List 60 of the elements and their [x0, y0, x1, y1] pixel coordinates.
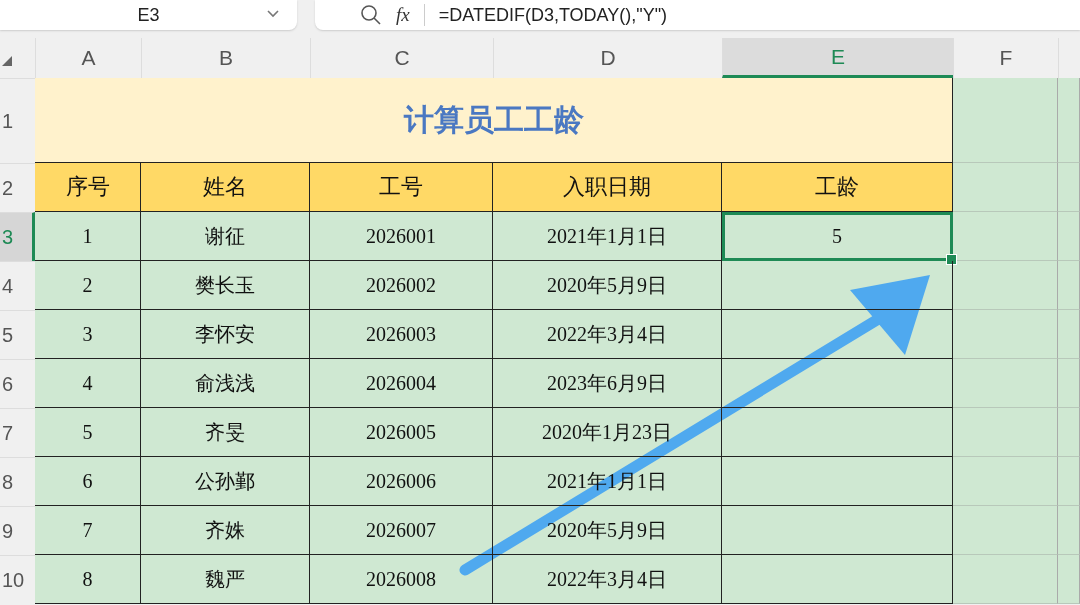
table-cell: 8: [35, 555, 141, 604]
row-header[interactable]: 9: [0, 506, 35, 555]
row-header[interactable]: 4: [0, 261, 35, 310]
column-title: 序号: [35, 163, 141, 212]
formula-text: =DATEDIF(D3,TODAY(),"Y"): [438, 4, 667, 26]
row-header[interactable]: 7: [0, 408, 35, 457]
table-cell: 6: [35, 457, 141, 506]
table-cell: 俞浅浅: [141, 359, 310, 408]
table-cell: 2023年6月9日: [493, 359, 722, 408]
caret-icon[interactable]: [267, 10, 279, 18]
table-cell: 樊长玉: [141, 261, 310, 310]
table-cell: 2026008: [310, 555, 493, 604]
formula-bar[interactable]: fx =DATEDIF(D3,TODAY(),"Y"): [315, 0, 1080, 30]
table-cell: 齐姝: [141, 506, 310, 555]
column-header[interactable]: B: [141, 38, 310, 78]
table-cell: 2026003: [310, 310, 493, 359]
table-cell: 2020年1月23日: [493, 408, 722, 457]
table-cell: 齐旻: [141, 408, 310, 457]
cell-reference: E3: [137, 4, 160, 26]
row-header[interactable]: 2: [0, 163, 35, 212]
table-cell: 3: [35, 310, 141, 359]
row-header[interactable]: 1: [0, 78, 35, 163]
table-cell: 2026006: [310, 457, 493, 506]
table-cell: 谢征: [141, 212, 310, 261]
column-title: 工龄: [722, 163, 953, 212]
table-cell: 公孙鄞: [141, 457, 310, 506]
table-cell: 2026002: [310, 261, 493, 310]
table-cell: 2026004: [310, 359, 493, 408]
table-cell: 4: [35, 359, 141, 408]
table-cell: 7: [35, 506, 141, 555]
row-header[interactable]: 10: [0, 555, 35, 604]
table-cell: 2020年5月9日: [493, 261, 722, 310]
table-cell: 2022年3月4日: [493, 310, 722, 359]
column-title: 入职日期: [493, 163, 722, 212]
select-all-icon[interactable]: [2, 56, 12, 66]
table-cell: 2026001: [310, 212, 493, 261]
function-label[interactable]: fx: [396, 4, 410, 26]
row-header[interactable]: 5: [0, 310, 35, 359]
search-icon[interactable]: [360, 4, 382, 26]
table-cell: 2026005: [310, 408, 493, 457]
column-header[interactable]: [1058, 38, 1080, 78]
row-header[interactable]: 8: [0, 457, 35, 506]
table-cell: 2: [35, 261, 141, 310]
table-cell: 1: [35, 212, 141, 261]
row-header[interactable]: 6: [0, 359, 35, 408]
table-cell: 2026007: [310, 506, 493, 555]
column-header[interactable]: F: [953, 38, 1058, 78]
column-header[interactable]: C: [310, 38, 493, 78]
column-header[interactable]: D: [493, 38, 722, 78]
column-header[interactable]: A: [35, 38, 141, 78]
name-box[interactable]: E3: [0, 0, 297, 30]
table-cell: 李怀安: [141, 310, 310, 359]
table-title: 计算员工工龄: [35, 78, 953, 163]
table-cell: 5: [35, 408, 141, 457]
table-cell: 2022年3月4日: [493, 555, 722, 604]
column-title: 工号: [310, 163, 493, 212]
column-title: 姓名: [141, 163, 310, 212]
table-cell: 2020年5月9日: [493, 506, 722, 555]
table-cell: 2021年1月1日: [493, 212, 722, 261]
table-cell: 魏严: [141, 555, 310, 604]
